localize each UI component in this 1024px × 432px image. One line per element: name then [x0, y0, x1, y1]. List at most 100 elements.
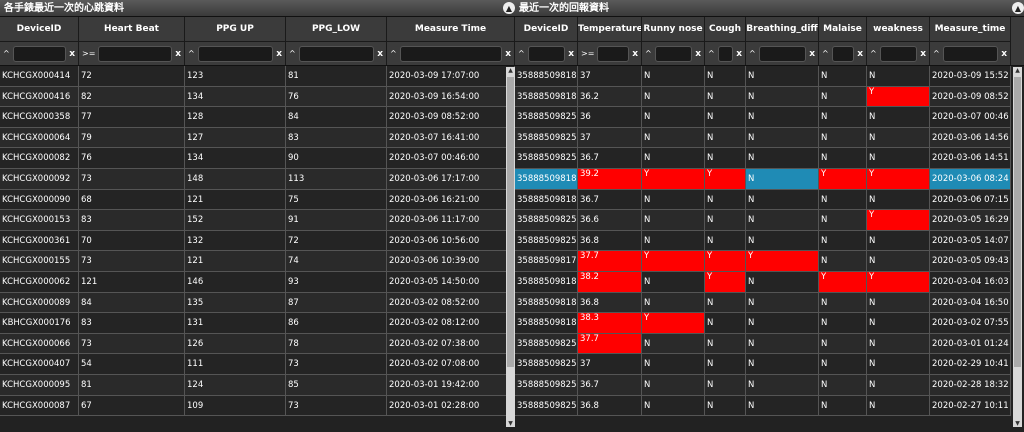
table-row[interactable]: 35888509818240236.7NNNNN2020-03-06 07:15 [515, 189, 1024, 211]
column-header[interactable]: Breathing_diff [746, 17, 819, 42]
clear-filter-icon[interactable]: x [736, 49, 742, 59]
filter-operator[interactable]: ^ [390, 49, 397, 58]
table-row[interactable]: KCHCGX000087 67 109 73 2020-03-01 02:28:00 [0, 395, 515, 417]
table-row[interactable]: 35888509825705536.6NNNNY2020-03-05 16:29 [515, 210, 1024, 231]
filter-operator[interactable]: >= [82, 49, 95, 58]
collapse-icon[interactable]: ▲ [503, 2, 515, 14]
filter-input[interactable] [298, 45, 375, 62]
column-header[interactable]: Heart Beat [79, 17, 185, 42]
table-row[interactable]: KCHCGX000092 73 148 113 2020-03-06 17:17:00 [0, 168, 515, 190]
clear-filter-icon[interactable]: x [276, 49, 282, 59]
column-header[interactable]: DeviceID [0, 17, 79, 42]
column-header[interactable]: PPG UP [185, 17, 286, 42]
table-row[interactable]: 35888509825664536.7NNNNN2020-03-06 14:51 [515, 148, 1024, 169]
table-row[interactable]: 35888509825631436.8NNNNN2020-03-05 14:07 [515, 230, 1024, 252]
filter-input[interactable] [942, 45, 999, 62]
column-header[interactable]: Cough [705, 17, 746, 42]
clear-filter-icon[interactable]: x [377, 49, 383, 59]
table-row[interactable]: 35888509818323636.2NNNNY2020-03-09 08:52 [515, 86, 1024, 108]
table-row[interactable]: 35888509818181837NNNNN2020-03-09 15:52 [515, 66, 1024, 87]
filter-input[interactable] [527, 45, 566, 62]
column-header[interactable]: Malaise [819, 17, 867, 42]
filter-input[interactable] [98, 45, 173, 62]
filter-operator[interactable]: ^ [645, 49, 652, 58]
heartbeat-scrollbar[interactable]: ▲ ▼ [506, 67, 515, 427]
filter-operator[interactable]: ^ [933, 49, 940, 58]
clear-filter-icon[interactable]: x [632, 49, 638, 59]
filter-operator[interactable]: ^ [188, 49, 195, 58]
filter-operator[interactable]: ^ [518, 49, 525, 58]
clear-filter-icon[interactable]: x [568, 49, 574, 59]
filter-operator[interactable]: ^ [708, 49, 715, 58]
table-row[interactable]: KCHCGX000155 73 121 74 2020-03-06 10:39:00 [0, 251, 515, 272]
table-row[interactable]: 35888509818299839.2YYNYY2020-03-06 08:24 [515, 168, 1024, 190]
filter-input[interactable] [831, 45, 855, 62]
filter-input[interactable] [197, 45, 274, 62]
scroll-down-icon[interactable]: ▼ [1013, 420, 1022, 427]
filter-cell: >= x [578, 42, 642, 65]
table-row[interactable]: 35888509825749136.8NNNNN2020-02-27 10:11 [515, 395, 1024, 417]
column-header[interactable]: Measure_time [930, 17, 1011, 42]
table-row[interactable]: KCHCGX000414 72 123 81 2020-03-09 17:07:00 [0, 66, 515, 87]
clear-filter-icon[interactable]: x [809, 49, 815, 59]
table-cell: KCHCGX000062 [0, 271, 79, 293]
table-row[interactable]: KCHCGX000153 83 152 91 2020-03-06 11:17:00 [0, 210, 515, 231]
column-header[interactable]: PPG_LOW [286, 17, 387, 42]
table-row[interactable]: KCHCGX000416 82 134 76 2020-03-09 16:54:00 [0, 86, 515, 108]
filter-input[interactable] [399, 45, 503, 62]
clear-filter-icon[interactable]: x [1001, 49, 1007, 59]
column-header[interactable]: weakness [867, 17, 930, 42]
filter-input[interactable] [12, 45, 67, 62]
filter-input[interactable] [879, 45, 918, 62]
scroll-thumb[interactable] [507, 77, 514, 367]
column-header[interactable]: Temperature [578, 17, 642, 42]
clear-filter-icon[interactable]: x [505, 49, 511, 59]
filter-operator[interactable]: ^ [3, 49, 10, 58]
table-row[interactable]: KCHCGX000062 121 146 93 2020-03-05 14:50:00 [0, 271, 515, 293]
table-row[interactable]: KCHCGX000358 77 128 84 2020-03-09 08:52:00 [0, 107, 515, 128]
clear-filter-icon[interactable]: x [695, 49, 701, 59]
table-row[interactable]: 35888509818023236.8NNNNN2020-03-04 16:50 [515, 292, 1024, 314]
table-row[interactable]: KCHCGX000361 70 132 72 2020-03-06 10:56:00 [0, 230, 515, 252]
filter-input[interactable] [597, 45, 630, 62]
table-row[interactable]: 35888509825691837NNNNN2020-02-29 10:41 [515, 354, 1024, 375]
report-scrollbar[interactable]: ▲ ▼ [1013, 67, 1022, 427]
filter-operator[interactable]: >= [581, 49, 594, 58]
scroll-thumb[interactable] [1014, 77, 1021, 367]
table-row[interactable]: KCHCGX000095 81 124 85 2020-03-01 19:42:00 [0, 374, 515, 396]
table-row[interactable]: 35888509817805337.7YYYNN2020-03-05 09:43 [515, 251, 1024, 272]
table-row[interactable]: 35888509818195738.3YNNNN2020-03-02 07:55 [515, 313, 1024, 334]
filter-cell: ^ x [642, 42, 705, 65]
filter-input[interactable] [717, 45, 734, 62]
table-row[interactable]: KCHCGX000066 73 126 78 2020-03-02 07:38:00 [0, 333, 515, 355]
table-row[interactable]: KCHCGX000407 54 111 73 2020-03-02 07:08:00 [0, 354, 515, 375]
table-row[interactable]: KCHCGX000082 76 134 90 2020-03-07 00:46:00 [0, 148, 515, 169]
scroll-up-icon[interactable]: ▲ [506, 67, 515, 74]
clear-filter-icon[interactable]: x [175, 49, 181, 59]
table-cell: 128 [185, 107, 286, 128]
column-header[interactable]: DeviceID [515, 17, 578, 42]
table-row[interactable]: KBHCGX000176 83 131 86 2020-03-02 08:12:00 [0, 313, 515, 334]
table-row[interactable]: KCHCGX000089 84 135 87 2020-03-02 08:52:00 [0, 292, 515, 314]
table-row[interactable]: 35888509825730136.7NNNNN2020-02-28 18:32 [515, 374, 1024, 396]
filter-input[interactable] [758, 45, 807, 62]
filter-operator[interactable]: ^ [289, 49, 296, 58]
filter-operator[interactable]: ^ [749, 49, 756, 58]
scroll-up-icon[interactable]: ▲ [1013, 67, 1022, 74]
filter-operator[interactable]: ^ [870, 49, 877, 58]
filter-input[interactable] [654, 45, 693, 62]
column-header[interactable]: Measure Time [387, 17, 515, 42]
filter-operator[interactable]: ^ [822, 49, 829, 58]
table-row[interactable]: 35888509825677037.7NNNNN2020-03-01 01:24 [515, 333, 1024, 355]
collapse-icon[interactable]: ▲ [1012, 2, 1024, 14]
table-row[interactable]: 35888509825666036NNNNN2020-03-07 00:46 [515, 107, 1024, 128]
table-row[interactable]: KCHCGX000064 79 127 83 2020-03-07 16:41:00 [0, 127, 515, 149]
scroll-down-icon[interactable]: ▼ [506, 420, 515, 427]
table-row[interactable]: 35888509825682737NNNNN2020-03-06 14:56 [515, 127, 1024, 149]
column-header[interactable]: Runny nose [642, 17, 705, 42]
clear-filter-icon[interactable]: x [920, 49, 926, 59]
table-row[interactable]: 35888509818040638.2NYNYY2020-03-04 16:03 [515, 271, 1024, 293]
table-row[interactable]: KCHCGX000090 68 121 75 2020-03-06 16:21:00 [0, 189, 515, 211]
clear-filter-icon[interactable]: x [857, 49, 863, 59]
clear-filter-icon[interactable]: x [69, 49, 75, 59]
